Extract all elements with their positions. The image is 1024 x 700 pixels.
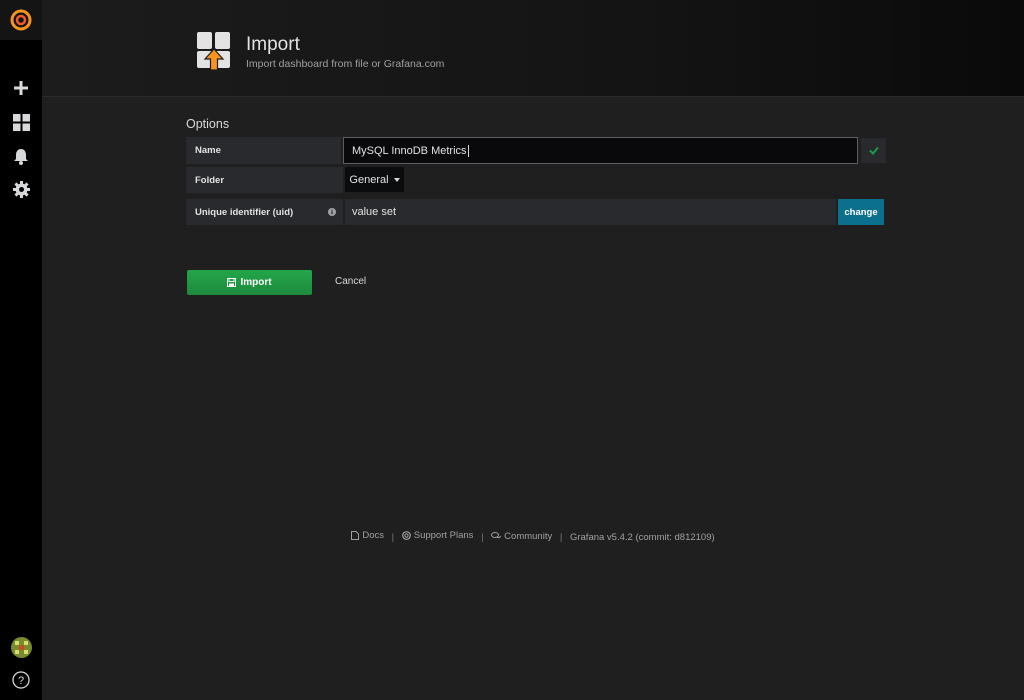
page-title: Import [246,34,300,55]
grafana-logo-icon [10,9,32,31]
comments-icon [491,532,502,539]
folder-picker-value: General [349,173,389,186]
avatar [10,636,32,658]
name-input[interactable]: MySQL InnoDB Metrics [343,137,858,164]
footer-version: Grafana v5.4.2 (commit: d812109) [569,532,715,543]
plus-icon [14,81,28,95]
page-subtitle: Import dashboard from file or Grafana.co… [246,58,445,70]
save-icon [227,278,237,287]
sidebar: ? [0,0,42,700]
import-button-label: Import [240,277,272,288]
dashboards-button[interactable] [0,107,42,137]
folder-picker[interactable]: General [345,167,404,192]
import-button[interactable]: Import [187,270,312,295]
name-valid-indicator [861,138,886,163]
gear-icon [12,180,30,198]
footer: Docs | Support Plans | Community | Grafa… [0,530,1024,543]
user-avatar-button[interactable] [0,632,42,662]
footer-separator: | [391,532,395,543]
bell-icon [14,148,28,165]
grafana-logo[interactable] [0,0,42,40]
info-icon[interactable] [328,208,336,216]
cancel-link[interactable]: Cancel [335,276,366,287]
footer-support-link[interactable]: Support Plans [401,530,474,541]
create-button[interactable] [0,73,42,103]
footer-separator: | [559,532,563,543]
alerting-button[interactable] [0,141,42,171]
configuration-button[interactable] [0,174,42,204]
name-label: Name [186,137,341,164]
footer-separator: | [481,532,484,543]
name-input-value: MySQL InnoDB Metrics [352,144,467,157]
folder-label: Folder [186,167,343,193]
dashboards-icon [12,113,30,131]
footer-community-link[interactable]: Community [491,531,552,542]
help-label: ? [18,675,24,687]
footer-support-label: Support Plans [413,530,474,541]
check-icon [868,146,879,155]
change-uid-button[interactable]: change [838,199,884,225]
support-icon [401,531,411,540]
text-cursor [467,144,469,157]
page-header: Import Import dashboard from file or Gra… [42,0,1024,97]
document-icon [351,531,360,540]
help-button[interactable]: ? [0,665,42,695]
uid-label: Unique identifier (uid) [186,199,343,225]
footer-docs-label: Docs [362,530,384,541]
import-icon [197,32,230,71]
options-section-title: Options [186,117,230,131]
uid-value: value set [345,199,836,225]
help-icon: ? [12,671,30,689]
footer-community-label: Community [504,530,553,542]
chevron-down-icon [393,177,400,182]
footer-docs-link[interactable]: Docs [351,530,384,541]
